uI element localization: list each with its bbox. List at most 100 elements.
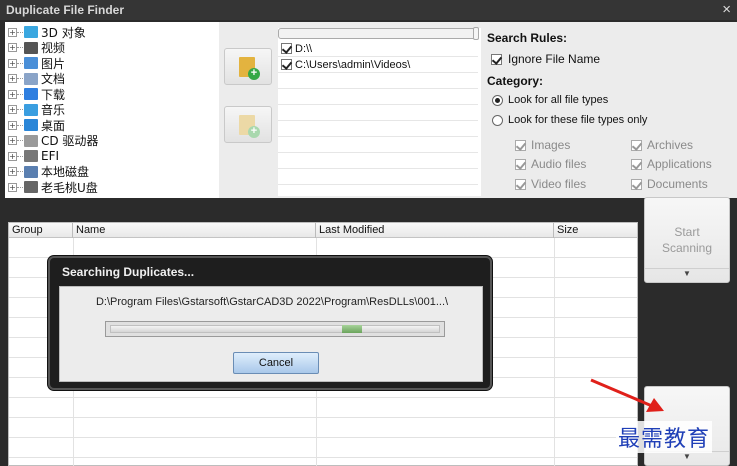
tree-item[interactable]: + 桌面 [5, 117, 219, 133]
tree-item[interactable]: + 老毛桃U盘 [5, 179, 219, 195]
progress-track [110, 325, 440, 333]
tree-item[interactable]: + 视频 [5, 40, 219, 56]
look-these-types-option[interactable]: Look for these file types only [492, 114, 647, 126]
chevron-down-icon[interactable]: ▼ [645, 269, 729, 278]
expand-icon[interactable]: + [8, 120, 17, 130]
ignore-file-name-option[interactable]: Ignore File Name [491, 52, 600, 66]
tree-item[interactable]: + 文档 [5, 71, 219, 87]
type-applications-option[interactable]: Applications [631, 157, 712, 171]
grid-column-line [554, 238, 555, 466]
tree-item-label: 音乐 [41, 103, 66, 117]
remove-folder-button[interactable]: + [224, 106, 272, 143]
type-images-checkbox[interactable] [515, 139, 526, 151]
documents-icon [24, 72, 38, 85]
folder-item[interactable]: C:\Users\admin\Videos\ [278, 57, 478, 73]
column-header-group[interactable]: Group [9, 223, 73, 238]
drive-icon [24, 150, 38, 162]
folder-list-header-end [473, 27, 479, 40]
type-documents-option[interactable]: Documents [631, 177, 708, 191]
search-rules-panel: Search Rules: Ignore File Name Category:… [487, 28, 737, 196]
tree-item[interactable]: + 图片 [5, 55, 219, 71]
tree-connector [17, 31, 23, 33]
tree-item-label: EFI [41, 149, 60, 163]
type-video-label: Video files [531, 177, 587, 191]
tree-item-label: 老毛桃U盘 [41, 180, 98, 195]
type-audio-label: Audio files [531, 157, 587, 171]
cd-drive-icon [24, 134, 38, 147]
type-images-option[interactable]: Images [515, 138, 570, 152]
close-icon[interactable]: × [722, 1, 731, 18]
watermark: 最需教育 [616, 421, 713, 453]
type-audio-option[interactable]: Audio files [515, 157, 586, 171]
ignore-file-name-checkbox[interactable] [491, 53, 502, 65]
look-all-types-option[interactable]: Look for all file types [492, 94, 608, 106]
tree-connector [17, 186, 23, 188]
expand-icon[interactable]: + [8, 167, 17, 176]
grid-row-line [9, 457, 637, 458]
expand-icon[interactable]: + [8, 58, 17, 68]
current-scan-path: D:\Program Files\Gstarsoft\GstarCAD3D 20… [95, 296, 449, 308]
folder-item-checkbox[interactable] [281, 43, 292, 54]
tree-item[interactable]: + 音乐 [5, 102, 219, 118]
folder-item-path: D:\\ [295, 42, 313, 55]
grid-row-line [9, 437, 637, 438]
results-table-header: Group Name Last Modified Size [9, 223, 637, 238]
dialog-body: D:\Program Files\Gstarsoft\GstarCAD3D 20… [59, 286, 483, 382]
expand-icon[interactable]: + [8, 151, 17, 161]
column-header-name[interactable]: Name [73, 223, 316, 238]
start-scanning-label-line1: Start [674, 225, 700, 239]
column-header-size[interactable]: Size [554, 223, 636, 238]
tree-item-label: 本地磁盘 [41, 165, 90, 179]
look-all-types-radio[interactable] [492, 94, 503, 106]
tree-item-label: 3D 对象 [41, 25, 86, 40]
ignore-file-name-label: Ignore File Name [508, 52, 601, 66]
expand-icon[interactable]: + [8, 89, 17, 99]
expand-icon[interactable]: + [8, 182, 17, 192]
tree-item-label: 文档 [41, 72, 66, 86]
type-archives-checkbox[interactable] [631, 139, 642, 151]
tree-connector [17, 171, 23, 172]
expand-icon[interactable]: + [8, 43, 17, 52]
tree-item[interactable]: +3D 对象 [5, 24, 219, 40]
tree-item[interactable]: + EFI [5, 148, 219, 164]
expand-icon[interactable]: + [8, 27, 17, 37]
folder-item-checkbox[interactable] [281, 59, 292, 70]
column-header-last-modified[interactable]: Last Modified [316, 223, 554, 238]
searching-dialog: Searching Duplicates... D:\Program Files… [48, 256, 492, 390]
search-folder-list[interactable]: D:\\ C:\Users\admin\Videos\ [278, 27, 481, 196]
tree-item[interactable]: + 本地磁盘 [5, 164, 219, 180]
type-video-checkbox[interactable] [515, 178, 526, 190]
type-video-option[interactable]: Video files [515, 177, 586, 191]
start-scanning-button[interactable]: Start Scanning ▼ [644, 197, 730, 283]
expand-icon[interactable]: + [8, 136, 17, 145]
folder-tree[interactable]: +3D 对象 + 视频 + 图片 + 文档 + 下载 + 音乐 + 桌面 + CD 驱动器 + EFI + 本地磁盘… [5, 22, 219, 198]
add-folder-button[interactable]: + [224, 48, 272, 85]
tree-item[interactable]: + CD 驱动器 [5, 133, 219, 149]
progress-indicator [342, 325, 362, 333]
tree-item-label: 桌面 [41, 118, 66, 133]
type-audio-checkbox[interactable] [515, 158, 526, 170]
pictures-icon [24, 57, 38, 69]
music-icon [24, 103, 38, 116]
tree-connector [17, 155, 23, 157]
folder-item[interactable]: D:\\ [278, 41, 478, 57]
folder-item-empty [278, 153, 478, 169]
category-heading: Category: [487, 74, 544, 88]
search-rules-heading: Search Rules: [487, 31, 568, 45]
grid-row-line [9, 417, 637, 418]
type-applications-checkbox[interactable] [631, 158, 642, 170]
tree-connector [17, 93, 23, 95]
tree-item-label: 下载 [41, 87, 66, 102]
cancel-button[interactable]: Cancel [233, 352, 319, 374]
remove-folder-icon: + [239, 115, 260, 138]
expand-icon[interactable]: + [8, 105, 17, 114]
expand-icon[interactable]: + [8, 74, 17, 83]
tree-item-label: 视频 [41, 41, 66, 55]
tree-item[interactable]: + 下载 [5, 86, 219, 102]
look-these-types-radio[interactable] [492, 114, 503, 126]
tree-connector [17, 109, 23, 110]
type-archives-option[interactable]: Archives [631, 138, 693, 152]
folder-item-empty [278, 89, 478, 105]
chevron-down-icon[interactable]: ▼ [645, 452, 729, 461]
type-documents-checkbox[interactable] [631, 178, 642, 190]
